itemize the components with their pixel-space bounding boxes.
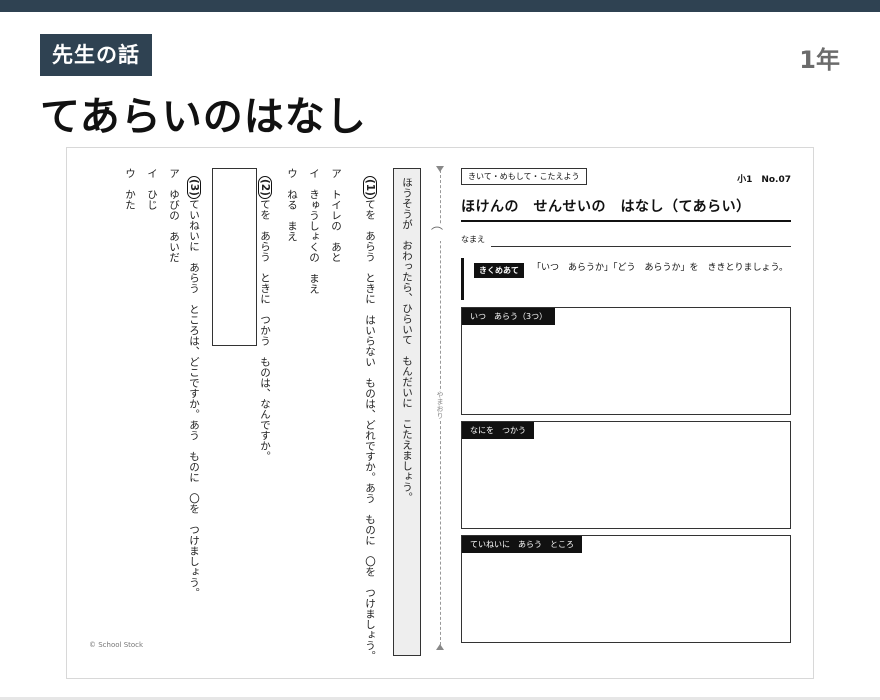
q3-text: (3)ていねいに あらう ところは、どこですか。あう ものに 〇を つけましょう… (187, 176, 201, 598)
q1-option-c: ウ ねる まえ (286, 168, 298, 242)
answer-box-when[interactable]: いつ あらう（3つ） (461, 307, 791, 415)
grade-label: 1年 (799, 46, 840, 74)
page-title: てあらいのはなし (40, 94, 367, 140)
answer-box-label: なにを つかう (462, 422, 534, 439)
category-tag: 先生の話 (40, 34, 152, 76)
answer-box-what[interactable]: なにを つかう (461, 421, 791, 529)
q1-option-b: イ きゅうしょくの まえ (308, 168, 320, 294)
top-accent-bar (0, 0, 880, 12)
q1-text: (1)てを あらう ときに はいらない ものは、どれですか。あう ものに 〇を … (363, 176, 377, 661)
title-underline (461, 220, 791, 222)
q1-number: (1) (363, 176, 377, 199)
listening-goal-badge: きくめあて (474, 263, 524, 278)
instruction-tag: きいて・めもして・こたえよう (461, 168, 587, 185)
q2-answer-box[interactable] (212, 168, 257, 346)
q3-option-c: ウ かた (124, 168, 136, 210)
fold-label: やまおり (435, 391, 445, 419)
q3-number: (3) (187, 176, 201, 199)
q2-number: (2) (258, 176, 272, 199)
answer-box-label: ていねいに あらう ところ (462, 536, 582, 553)
name-label: なまえ (461, 235, 485, 244)
worksheet-title: ほけんの せんせいの はなし（てあらい） (461, 199, 751, 215)
q2-text: (2)てを あらう ときに つかう ものは、なんですか。 (258, 176, 272, 461)
q1-option-a: ア トイレの あと (330, 168, 342, 263)
listening-goal: 「いつ あらうか」「どう あらうか」を ききとりましょう。 きくめあて (461, 258, 794, 300)
listening-instruction: ほうそうが おわったら、ひらいて もんだいに こたえましょう。 (401, 177, 413, 503)
q3-option-a: ア ゆびの あいだ (168, 168, 180, 263)
fold-icon: ⌒ (431, 224, 444, 241)
listening-instruction-box: ほうそうが おわったら、ひらいて もんだいに こたえましょう。 (393, 168, 421, 656)
q3-option-b: イ ひじ (146, 168, 158, 210)
answer-box-where[interactable]: ていねいに あらう ところ (461, 535, 791, 643)
fold-arrow-top-icon (436, 166, 444, 172)
name-field[interactable] (491, 246, 791, 247)
copyright: © School Stock (89, 641, 144, 649)
answer-box-label: いつ あらう（3つ） (462, 308, 556, 325)
document-number: 小1 No.07 (737, 175, 791, 185)
worksheet-preview: ウ かた イ ひじ ア ゆびの あいだ (3)ていねいに あらう ところは、どこ… (66, 147, 814, 679)
fold-arrow-bottom-icon (436, 644, 444, 650)
